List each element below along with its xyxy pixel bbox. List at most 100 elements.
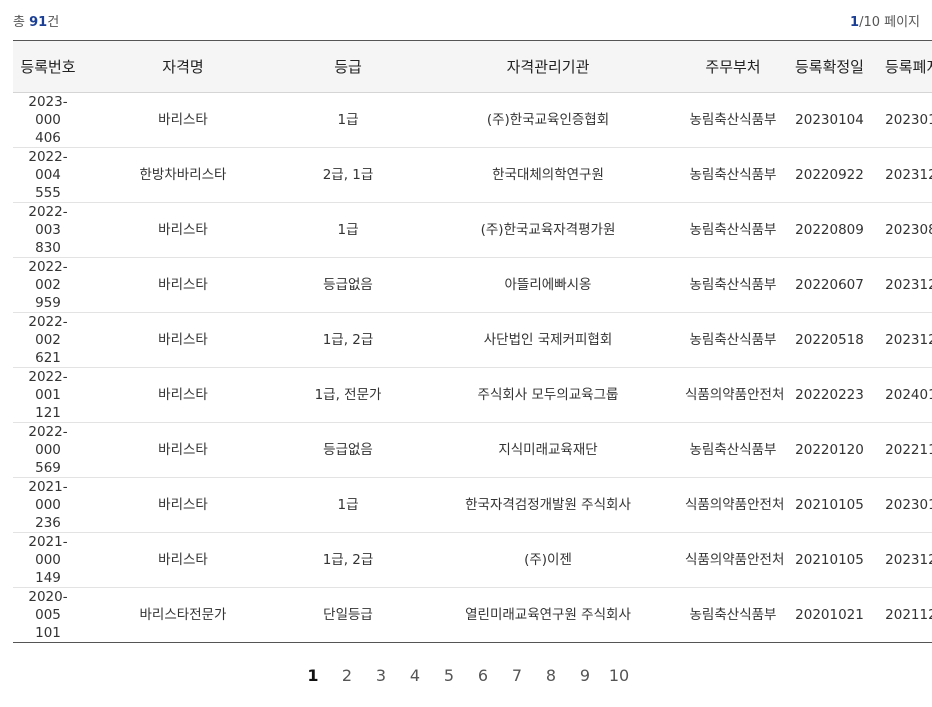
cell-grade: 1급: [283, 202, 413, 258]
cell-institution: (주)한국교육자격평가원: [413, 202, 683, 258]
cell-abolish-date: 20231219: [876, 147, 932, 203]
cell-confirm-date: 20201021: [783, 587, 876, 643]
cell-grade: 1급: [283, 92, 413, 148]
page-link-4[interactable]: 4: [398, 664, 432, 688]
header-row: 등록번호자격명등급자격관리기관주무부처등록확정일등록폐지일: [13, 40, 932, 93]
cell-cert-name: 한방차바리스타: [83, 147, 283, 203]
cell-confirm-date: 20220518: [783, 312, 876, 368]
cell-grade: 1급, 2급: [283, 532, 413, 588]
page-link-2[interactable]: 2: [330, 664, 364, 688]
header-ministry: 주무부처: [683, 40, 783, 93]
table-row[interactable]: 2022-004 555 한방차바리스타 2급, 1급 한국대체의학연구원 농림축산식품부…: [13, 147, 932, 203]
cell-abolish-date: 20230117: [876, 92, 932, 148]
cell-ministry: 농림축산식품부: [683, 422, 783, 478]
cell-ministry: 식품의약품안전처: [683, 367, 784, 423]
cell-abolish-date: 20240103: [876, 367, 932, 423]
cell-ministry: 농림축산식품부: [683, 312, 783, 368]
table-row[interactable]: 2020-005 101 바리스타전문가 단일등급 열린미래교육연구원 주식회사 농림축산…: [13, 587, 932, 643]
table-row[interactable]: 2022-001 121 바리스타 1급, 전문가 주식회사 모두의교육그룹 식품의약품안…: [13, 367, 932, 423]
page-link-1[interactable]: 1: [296, 664, 330, 688]
cell-reg-number: 2022-001 121: [13, 367, 83, 423]
cell-ministry: 농림축산식품부: [683, 257, 783, 313]
cell-institution: 주식회사 모두의교육그룹: [413, 367, 683, 423]
cell-cert-name: 바리스타: [83, 92, 283, 148]
cell-cert-name: 바리스타전문가: [83, 587, 283, 643]
cell-confirm-date: 20220223: [783, 367, 876, 423]
cell-confirm-date: 20210105: [783, 477, 876, 533]
cell-cert-name: 바리스타: [83, 532, 283, 588]
cell-abolish-date: 20230802: [876, 202, 932, 258]
cell-abolish-date: 20231204: [876, 312, 932, 368]
page-link-3[interactable]: 3: [364, 664, 398, 688]
cell-reg-number: 2022-003 830: [13, 202, 83, 258]
cell-cert-name: 바리스타: [83, 257, 283, 313]
total-count-prefix: 총: [13, 15, 30, 30]
header-confirm-date: 등록확정일: [783, 40, 876, 93]
page-link-8[interactable]: 8: [534, 664, 568, 688]
total-count-suffix: 건: [47, 15, 60, 30]
cell-ministry: 농림축산식품부: [683, 202, 783, 258]
cell-ministry: 농림축산식품부: [683, 147, 783, 203]
cell-abolish-date: 20221117: [876, 422, 932, 478]
header-abolish-date: 등록폐지일: [876, 40, 932, 93]
cell-grade: 1급, 2급: [283, 312, 413, 368]
total-count-number: 91: [29, 15, 48, 30]
cell-abolish-date: 20230103: [876, 477, 932, 533]
page-link-9[interactable]: 9: [568, 664, 602, 688]
table-row[interactable]: 2022-002 621 바리스타 1급, 2급 사단법인 국제커피협회 농림축산식품부 2…: [13, 312, 932, 368]
header-reg-number: 등록번호: [13, 40, 83, 93]
table-row[interactable]: 2021-000 236 바리스타 1급 한국자격검정개발원 주식회사 식품의약품안전처 2…: [13, 477, 932, 533]
current-page-number: 1: [850, 15, 860, 30]
cell-cert-name: 바리스타: [83, 367, 283, 423]
pagination: 1 2 3 4 5 6 7 8 9 10: [0, 664, 932, 688]
cell-grade: 등급없음: [283, 257, 413, 313]
cell-confirm-date: 20210105: [783, 532, 876, 588]
cell-confirm-date: 20230104: [783, 92, 876, 148]
page-link-7[interactable]: 7: [500, 664, 534, 688]
table-header: 등록번호자격명등급자격관리기관주무부처등록확정일등록폐지일: [13, 40, 932, 93]
table-row[interactable]: 2023-000 406 바리스타 1급 (주)한국교육인증협회 농림축산식품부 20230…: [13, 92, 932, 148]
cell-confirm-date: 20220922: [783, 147, 876, 203]
cell-reg-number: 2022-002 621: [13, 312, 83, 368]
cell-cert-name: 바리스타: [83, 422, 283, 478]
table-row[interactable]: 2022-003 830 바리스타 1급 (주)한국교육자격평가원 농림축산식품부 2022…: [13, 202, 932, 258]
cell-grade: 1급, 전문가: [283, 367, 413, 423]
cell-grade: 단일등급: [283, 587, 413, 643]
cell-institution: 한국자격검정개발원 주식회사: [413, 477, 683, 533]
cell-reg-number: 2022-002 959: [13, 257, 83, 313]
cell-institution: 한국대체의학연구원: [413, 147, 683, 203]
header-grade: 등급: [283, 40, 413, 93]
cell-reg-number: 2022-004 555: [13, 147, 83, 203]
cell-institution: 열린미래교육연구원 주식회사: [413, 587, 683, 643]
table-row[interactable]: 2021-000 149 바리스타 1급, 2급 (주)이젠 식품의약품안전처 202101…: [13, 532, 932, 588]
cell-confirm-date: 20220809: [783, 202, 876, 258]
cell-reg-number: 2023-000 406: [13, 92, 83, 148]
cell-ministry: 농림축산식품부: [683, 587, 783, 643]
cell-institution: (주)한국교육인증협회: [413, 92, 683, 148]
cell-reg-number: 2020-005 101: [13, 587, 83, 643]
header-cert-name: 자격명: [83, 40, 283, 93]
page-link-5[interactable]: 5: [432, 664, 466, 688]
total-pages-label: /10 페이지: [859, 15, 920, 30]
cell-institution: (주)이젠: [413, 532, 683, 588]
cell-grade: 1급: [283, 477, 413, 533]
cell-abolish-date: 20231219: [876, 257, 932, 313]
header-institution: 자격관리기관: [413, 40, 683, 93]
cell-reg-number: 2021-000 236: [13, 477, 83, 533]
cell-institution: 지식미래교육재단: [413, 422, 683, 478]
table-row[interactable]: 2022-002 959 바리스타 등급없음 아뜰리에빠시옹 농림축산식품부 2022060…: [13, 257, 932, 313]
total-count: 총 91건: [13, 11, 59, 30]
cell-confirm-date: 20220607: [783, 257, 876, 313]
cell-abolish-date: 20231219: [876, 532, 932, 588]
page-indicator: 1/10 페이지: [850, 11, 920, 30]
cell-ministry: 식품의약품안전처: [683, 532, 784, 588]
page-link-10[interactable]: 10: [602, 664, 636, 688]
cell-ministry: 식품의약품안전처: [683, 477, 784, 533]
page-link-6[interactable]: 6: [466, 664, 500, 688]
cell-confirm-date: 20220120: [783, 422, 876, 478]
cell-grade: 등급없음: [283, 422, 413, 478]
registration-table: 등록번호자격명등급자격관리기관주무부처등록확정일등록폐지일 2023-00040…: [13, 40, 932, 643]
cell-ministry: 농림축산식품부: [683, 92, 783, 148]
cell-cert-name: 바리스타: [83, 312, 283, 368]
table-row[interactable]: 2022-000 569 바리스타 등급없음 지식미래교육재단 농림축산식품부 202201…: [13, 422, 932, 478]
